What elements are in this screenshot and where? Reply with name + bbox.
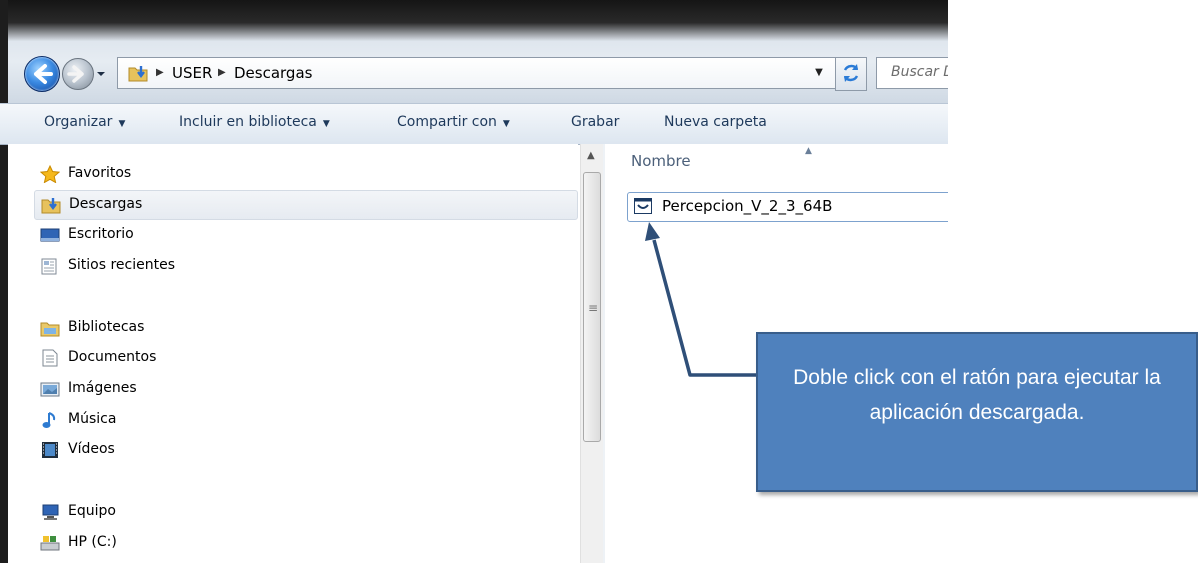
nav-item-label: Documentos (68, 349, 157, 365)
nav-computer[interactable]: Equipo (40, 498, 240, 526)
nav-item-musica[interactable]: Música (40, 406, 240, 434)
nav-item-label: Vídeos (68, 441, 115, 457)
scroll-grip-icon: ≡ (588, 301, 599, 315)
include-in-library-button[interactable]: Incluir en biblioteca ▼ (179, 114, 330, 130)
nav-item-sitios-recientes[interactable]: Sitios recientes (40, 252, 240, 280)
nav-item-imagenes[interactable]: Imágenes (40, 375, 240, 403)
pictures-icon (40, 382, 60, 397)
navigation-pane: Favoritos Descargas Escritorio Sitios re… (8, 144, 578, 563)
libraries-icon (40, 322, 60, 337)
nav-item-documentos[interactable]: Documentos (40, 344, 240, 372)
downloads-folder-icon (128, 66, 148, 82)
refresh-button[interactable] (835, 57, 867, 91)
instruction-callout: Doble click con el ratón para ejecutar l… (756, 332, 1198, 492)
nav-item-descargas[interactable]: Descargas (34, 190, 578, 220)
music-icon (42, 412, 56, 428)
sort-ascending-icon: ▲ (805, 146, 812, 156)
forward-button[interactable] (62, 58, 94, 90)
drive-icon (40, 536, 60, 551)
breadcrumb-descargas[interactable]: Descargas (234, 64, 312, 82)
nav-item-videos[interactable]: Vídeos (40, 436, 240, 464)
scroll-up-icon[interactable]: ▲ (587, 150, 595, 161)
burn-button[interactable]: Grabar (571, 114, 619, 130)
callout-text: Doble click con el ratón para ejecutar l… (793, 366, 1161, 424)
back-arrow-icon (34, 64, 53, 84)
nav-favorites[interactable]: Favoritos (40, 160, 240, 188)
search-placeholder: Buscar Descargas (891, 64, 948, 80)
column-header-name[interactable]: Nombre (631, 152, 691, 170)
organize-label: Organizar (44, 114, 113, 130)
nav-item-escritorio[interactable]: Escritorio (40, 221, 240, 249)
recent-places-icon (41, 258, 57, 275)
nav-item-label: Escritorio (68, 226, 134, 242)
chevron-down-icon: ▼ (322, 119, 330, 129)
application-icon (634, 198, 652, 214)
downloads-folder-icon (41, 198, 61, 214)
nav-item-label: Sitios recientes (68, 257, 175, 273)
desktop-icon (40, 228, 60, 242)
computer-icon (42, 504, 59, 520)
scroll-thumb[interactable]: ≡ (583, 172, 601, 442)
chevron-down-icon: ▼ (118, 119, 126, 129)
back-button[interactable] (24, 56, 60, 92)
forward-arrow-icon (67, 65, 84, 83)
nav-item-label: HP (C:) (68, 534, 117, 550)
new-folder-button[interactable]: Nueva carpeta (664, 114, 767, 130)
command-bar: Organizar ▼ Incluir en biblioteca ▼ Compar… (0, 103, 948, 145)
refresh-icon (843, 64, 859, 82)
recent-pages-chevron-icon[interactable] (96, 70, 106, 78)
nav-computer-label: Equipo (68, 503, 116, 519)
address-bar[interactable]: ▶ USER ▶ Descargas (117, 57, 839, 89)
window-edge (0, 0, 8, 563)
star-icon (40, 165, 60, 183)
search-input[interactable]: Buscar Descargas (876, 57, 948, 89)
videos-icon (42, 442, 58, 458)
nav-pane-scrollbar[interactable]: ▲ ≡ (580, 144, 603, 563)
nav-item-label: Descargas (69, 196, 143, 212)
share-with-label: Compartir con (397, 114, 497, 130)
nav-libraries[interactable]: Bibliotecas (40, 314, 240, 342)
nav-favorites-label: Favoritos (68, 165, 132, 181)
breadcrumb-separator-icon[interactable]: ▶ (218, 67, 226, 78)
nav-item-label: Música (68, 411, 117, 427)
file-item[interactable]: Percepcion_V_2_3_64B (627, 192, 948, 222)
share-with-button[interactable]: Compartir con ▼ (397, 114, 510, 130)
breadcrumb-user[interactable]: USER (172, 64, 212, 82)
nav-item-hp-drive[interactable]: HP (C:) (40, 529, 240, 557)
chevron-down-icon: ▼ (502, 119, 510, 129)
breadcrumb-separator-icon[interactable]: ▶ (156, 67, 164, 78)
include-in-library-label: Incluir en biblioteca (179, 114, 317, 130)
document-icon (42, 349, 58, 367)
nav-item-label: Imágenes (68, 380, 137, 396)
file-name: Percepcion_V_2_3_64B (662, 197, 833, 215)
nav-libraries-label: Bibliotecas (68, 319, 145, 335)
address-dropdown-chevron-icon[interactable]: ▼ (806, 57, 832, 89)
organize-button[interactable]: Organizar ▼ (44, 114, 125, 130)
